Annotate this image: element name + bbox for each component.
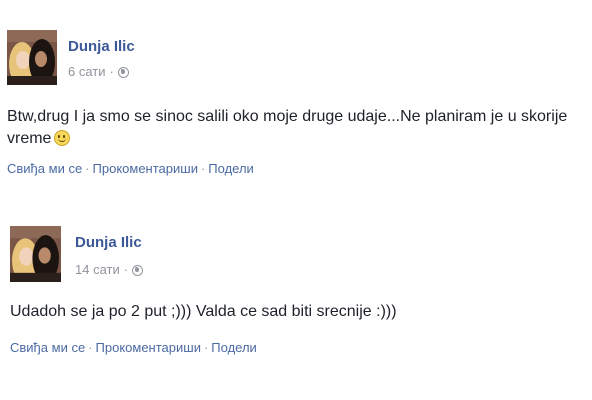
globe-icon[interactable]: [132, 265, 144, 276]
share-button[interactable]: Подели: [211, 340, 257, 355]
globe-icon[interactable]: [117, 67, 129, 78]
like-button[interactable]: Свиђа ми се: [7, 161, 82, 176]
comment-button[interactable]: Прокоментариши: [96, 340, 201, 355]
action-separator: ·: [85, 161, 90, 176]
post-text-content: Udadoh se ja po 2 put ;))) Valda ce sad …: [10, 303, 397, 320]
post-actions: Свиђа ми се · Прокоментариши · Подели: [7, 161, 254, 176]
post-meta: 14 сати ·: [75, 262, 144, 277]
smiley-icon: [54, 130, 71, 146]
action-separator: ·: [88, 340, 93, 355]
action-separator: ·: [203, 340, 209, 355]
post-author[interactable]: Dunja Ilic: [75, 234, 142, 251]
action-separator: ·: [200, 161, 206, 176]
comment-button[interactable]: Прокоментариши: [93, 161, 198, 176]
meta-separator: ·: [123, 262, 129, 277]
post-meta: 6 сати ·: [68, 64, 129, 79]
avatar[interactable]: [7, 30, 57, 85]
meta-separator: ·: [109, 64, 114, 79]
avatar-photo: [10, 226, 61, 282]
post-text: Btw,drug I ja smo se sinoc salili oko mo…: [7, 106, 577, 150]
post-text: Udadoh se ja po 2 put ;))) Valda ce sad …: [10, 301, 580, 323]
post-text-content: Btw,drug I ja smo se sinoc salili oko mo…: [7, 108, 568, 147]
post-time[interactable]: 6 сати: [68, 64, 106, 79]
post-time[interactable]: 14 сати: [75, 262, 120, 277]
avatar-photo: [7, 30, 57, 85]
like-button[interactable]: Свиђа ми се: [10, 340, 85, 355]
post-actions: Свиђа ми се · Прокоментариши · Подели: [10, 340, 257, 355]
share-button[interactable]: Подели: [208, 161, 254, 176]
avatar[interactable]: [10, 226, 61, 282]
post-author[interactable]: Dunja Ilic: [68, 38, 135, 55]
